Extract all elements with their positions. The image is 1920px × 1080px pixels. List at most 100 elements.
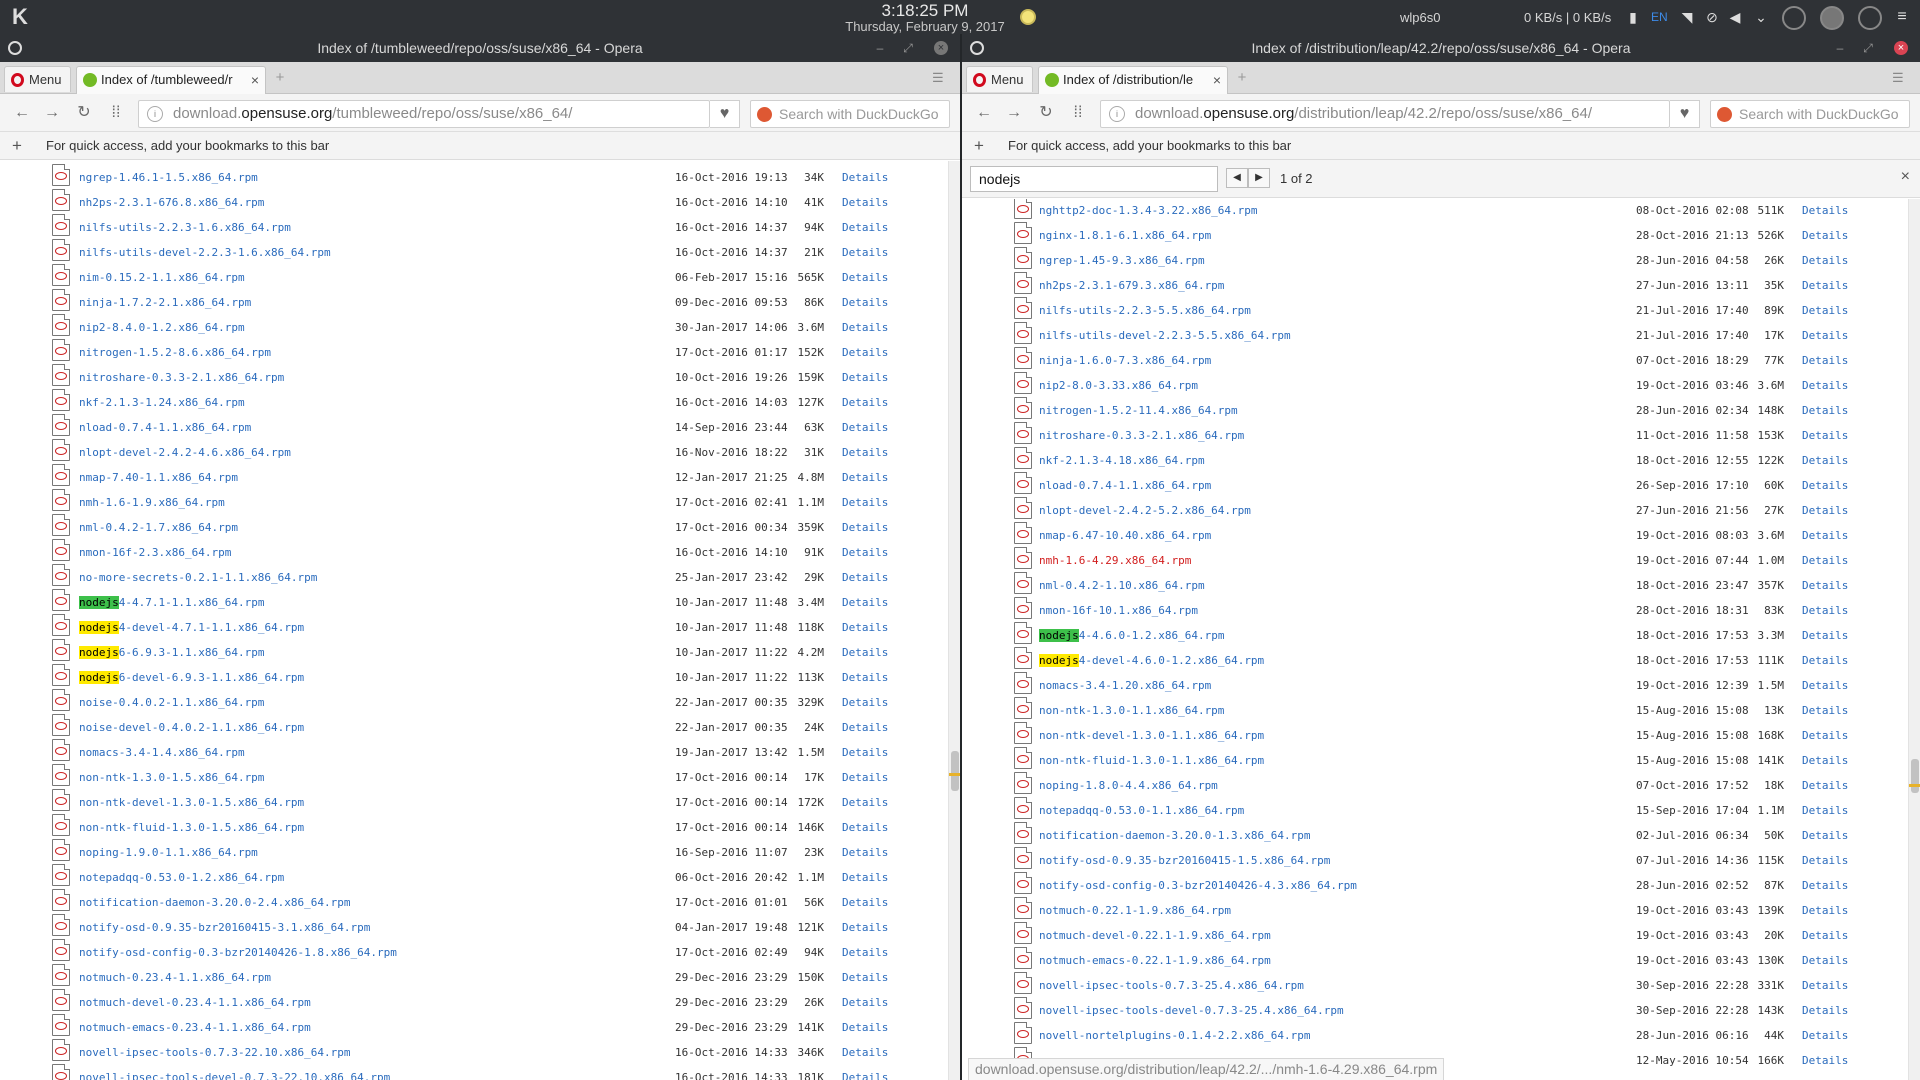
file-link[interactable]: ngrep-1.45-9.3.x86_64.rpm [1039,254,1205,267]
file-link[interactable]: ninja-1.6.0-7.3.x86_64.rpm [1039,354,1211,367]
details-link[interactable]: Details [1802,479,1848,492]
file-link[interactable]: noise-devel-0.4.0.2-1.1.x86_64.rpm [79,721,304,734]
details-link[interactable]: Details [842,496,888,509]
file-link[interactable]: novell-ipsec-tools-devel-0.7.3-22.10.x86… [79,1071,390,1080]
file-link[interactable]: noping-1.9.0-1.1.x86_64.rpm [79,846,258,859]
tab-close-icon[interactable]: × [1213,67,1221,93]
new-tab-icon[interactable]: + [272,70,288,86]
bookmark-heart-icon[interactable]: ♥ [1670,100,1700,128]
find-next-icon[interactable]: ▶ [1248,168,1270,188]
file-link[interactable]: notify-osd-config-0.3-bzr20140426-1.8.x8… [79,946,397,959]
details-link[interactable]: Details [842,396,888,409]
file-link[interactable]: nodejs6-6.9.3-1.1.x86_64.rpm [79,646,264,659]
details-link[interactable]: Details [842,796,888,809]
clip-icon[interactable]: ⊘ [1703,8,1721,26]
file-link[interactable]: nlopt-devel-2.4.2-4.6.x86_64.rpm [79,446,291,459]
file-link[interactable]: nh2ps-2.3.1-676.8.x86_64.rpm [79,196,264,209]
file-link[interactable]: nmh-1.6-4.29.x86_64.rpm [1039,554,1191,567]
power-icon[interactable] [1782,6,1806,30]
file-link[interactable]: no-more-secrets-0.2.1-1.1.x86_64.rpm [79,571,317,584]
details-link[interactable]: Details [842,346,888,359]
file-link[interactable]: notification-daemon-3.20.0-1.3.x86_64.rp… [1039,829,1311,842]
file-link[interactable]: nodejs4-devel-4.7.1-1.1.x86_64.rpm [79,621,304,634]
details-link[interactable]: Details [1802,454,1848,467]
details-link[interactable]: Details [842,571,888,584]
details-link[interactable]: Details [842,471,888,484]
details-link[interactable]: Details [1802,354,1848,367]
file-link[interactable]: nmon-16f-2.3.x86_64.rpm [79,546,231,559]
minimize-icon[interactable]: – [1830,34,1850,62]
details-link[interactable]: Details [1802,304,1848,317]
file-link[interactable]: ninja-1.7.2-2.1.x86_64.rpm [79,296,251,309]
file-link[interactable]: novell-ipsec-tools-devel-0.7.3-25.4.x86_… [1039,1004,1344,1017]
back-icon[interactable]: ← [12,103,32,123]
tab-menu-icon[interactable]: ☰ [932,71,948,84]
file-link[interactable]: non-ntk-fluid-1.3.0-1.1.x86_64.rpm [1039,754,1264,767]
details-link[interactable]: Details [842,871,888,884]
tab-active[interactable]: Index of /tumbleweed/r × [76,66,266,94]
details-link[interactable]: Details [842,196,888,209]
details-link[interactable]: Details [1802,1054,1848,1067]
details-link[interactable]: Details [1802,579,1848,592]
find-input[interactable]: nodejs [970,166,1218,192]
file-link[interactable]: nml-0.4.2-1.7.x86_64.rpm [79,521,238,534]
file-link[interactable]: notification-daemon-3.20.0-2.4.x86_64.rp… [79,896,351,909]
scrollbar-thumb[interactable] [1911,759,1919,793]
file-link[interactable]: notmuch-devel-0.23.4-1.1.x86_64.rpm [79,996,311,1009]
details-link[interactable]: Details [842,421,888,434]
file-link[interactable]: nmon-16f-10.1.x86_64.rpm [1039,604,1198,617]
details-link[interactable]: Details [1802,1029,1848,1042]
details-link[interactable]: Details [1802,654,1848,667]
find-close-icon[interactable]: × [1901,168,1910,186]
opera-app-icon[interactable] [970,41,984,55]
hamburger-icon[interactable]: ≡ [1893,8,1911,26]
details-link[interactable]: Details [1802,904,1848,917]
maximize-icon[interactable]: ⤢ [898,34,918,62]
clock[interactable]: 3:18:25 PM Thursday, February 9, 2017 [830,2,1020,34]
file-link[interactable]: nilfs-utils-2.2.3-5.5.x86_64.rpm [1039,304,1251,317]
tab-close-icon[interactable]: × [251,67,259,93]
close-icon[interactable]: × [1894,41,1908,55]
opera-menu-button[interactable]: Menu [966,66,1033,92]
opera-app-icon[interactable] [8,41,22,55]
details-link[interactable]: Details [1802,854,1848,867]
file-link[interactable]: notify-osd-0.9.35-bzr20160415-3.1.x86_64… [79,921,370,934]
details-link[interactable]: Details [842,821,888,834]
file-link[interactable]: nomacs-3.4-1.4.x86_64.rpm [79,746,245,759]
file-link[interactable]: notmuch-0.22.1-1.9.x86_64.rpm [1039,904,1231,917]
details-link[interactable]: Details [1802,204,1848,217]
file-link[interactable]: nodejs4-devel-4.6.0-1.2.x86_64.rpm [1039,654,1264,667]
details-link[interactable]: Details [1802,704,1848,717]
details-link[interactable]: Details [1802,1004,1848,1017]
file-link[interactable]: nh2ps-2.3.1-679.3.x86_64.rpm [1039,279,1224,292]
details-link[interactable]: Details [1802,604,1848,617]
file-link[interactable]: noping-1.8.0-4.4.x86_64.rpm [1039,779,1218,792]
file-link[interactable]: nload-0.7.4-1.1.x86_64.rpm [79,421,251,434]
details-link[interactable]: Details [842,271,888,284]
details-link[interactable]: Details [842,746,888,759]
details-link[interactable]: Details [842,246,888,259]
file-link[interactable]: nilfs-utils-2.2.3-1.6.x86_64.rpm [79,221,291,234]
details-link[interactable]: Details [1802,929,1848,942]
file-link[interactable]: nkf-2.1.3-4.18.x86_64.rpm [1039,454,1205,467]
file-link[interactable]: nitroshare-0.3.3-2.1.x86_64.rpm [79,371,284,384]
details-link[interactable]: Details [1802,529,1848,542]
file-link[interactable]: nilfs-utils-devel-2.2.3-5.5.x86_64.rpm [1039,329,1291,342]
add-bookmark-icon[interactable]: + [974,132,984,159]
details-link[interactable]: Details [842,696,888,709]
details-link[interactable]: Details [1802,954,1848,967]
file-link[interactable]: nlopt-devel-2.4.2-5.2.x86_64.rpm [1039,504,1251,517]
file-link[interactable]: ngrep-1.46.1-1.5.x86_64.rpm [79,171,258,184]
reload-icon[interactable]: ↻ [1036,103,1056,123]
forward-icon[interactable]: → [42,103,62,123]
search-field[interactable]: Search with DuckDuckGo [1710,100,1910,128]
back-icon[interactable]: ← [974,103,994,123]
details-link[interactable]: Details [1802,504,1848,517]
file-link[interactable]: notmuch-emacs-0.23.4-1.1.x86_64.rpm [79,1021,311,1034]
details-link[interactable]: Details [1802,829,1848,842]
address-bar[interactable]: i download.opensuse.org/distribution/leap… [1100,100,1670,128]
tab-menu-icon[interactable]: ☰ [1892,71,1908,84]
details-link[interactable]: Details [842,1046,888,1059]
file-link[interactable]: notmuch-0.23.4-1.1.x86_64.rpm [79,971,271,984]
details-link[interactable]: Details [1802,404,1848,417]
